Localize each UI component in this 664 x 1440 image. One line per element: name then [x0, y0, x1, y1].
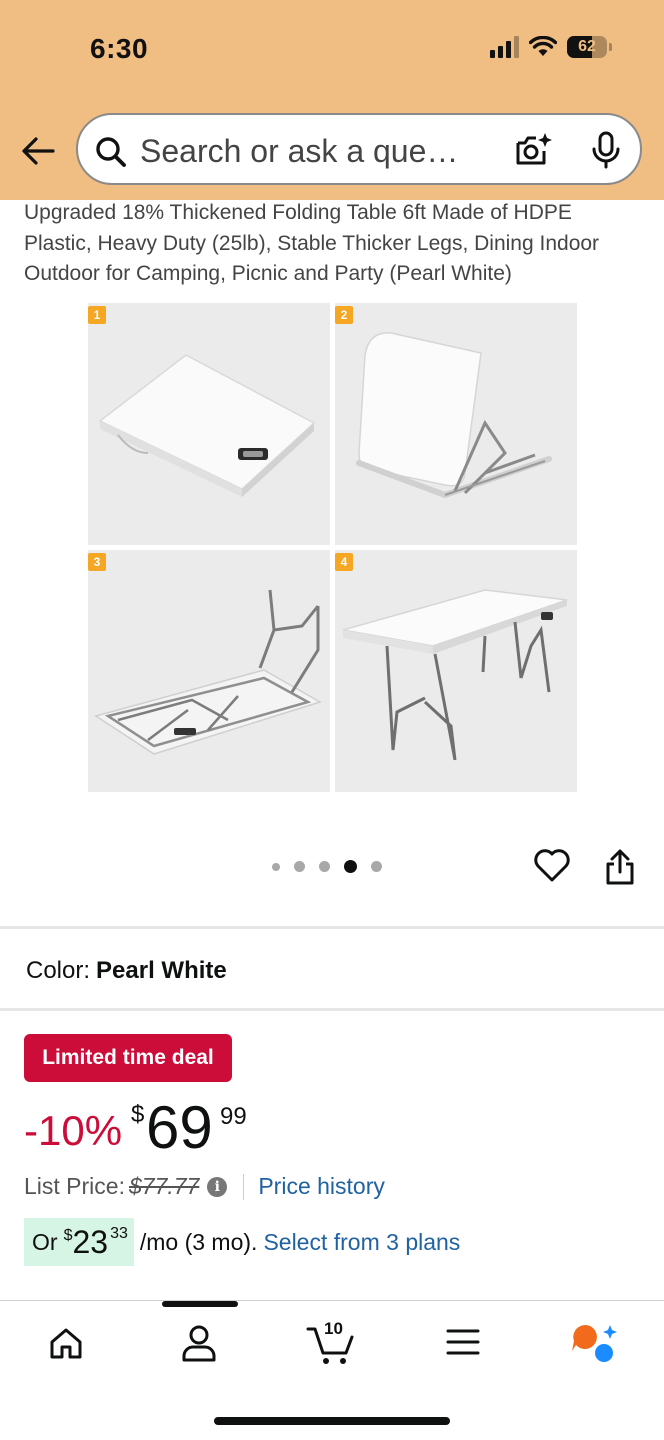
back-arrow-icon[interactable] — [20, 133, 56, 169]
product-image-3[interactable]: 3 — [88, 550, 330, 792]
installment-amount: Or $ 23 33 — [24, 1218, 134, 1266]
product-image-grid[interactable]: 1 2 3 4 — [88, 303, 578, 793]
installment-fraction: 33 — [110, 1225, 128, 1242]
select-plans-link[interactable]: Select from 3 plans — [263, 1229, 460, 1256]
battery-icon: 62 — [567, 36, 607, 58]
installment-term: /mo (3 mo). — [139, 1228, 258, 1255]
installment-prefix: Or — [32, 1228, 58, 1255]
carousel-dot[interactable] — [319, 861, 330, 872]
carousel-dot[interactable] — [294, 861, 305, 872]
carousel-dot-active[interactable] — [344, 860, 357, 873]
color-label: Color: — [26, 957, 91, 984]
status-time: 6:30 — [90, 33, 149, 64]
price-history-link[interactable]: Price history — [258, 1173, 385, 1200]
microphone-icon[interactable] — [590, 131, 622, 169]
price-fraction: 99 — [220, 1103, 247, 1130]
share-icon[interactable] — [603, 848, 637, 886]
info-icon[interactable]: i — [207, 1176, 228, 1197]
installment-row: Or $ 23 33 /mo (3 mo). Select from 3 pla… — [24, 1218, 460, 1266]
product-image-4[interactable]: 4 — [335, 550, 577, 792]
table-underside-image — [94, 589, 322, 755]
search-input[interactable]: Search or ask a que… — [140, 133, 458, 170]
folded-table-image — [98, 354, 316, 497]
divider — [0, 926, 664, 929]
list-price-label: List Price: — [24, 1173, 125, 1199]
list-price-row: List Price: $77.77 i Price history — [24, 1173, 385, 1200]
open-table-image — [342, 589, 568, 761]
product-title[interactable]: Upgraded 18% Thickened Folding Table 6ft… — [24, 198, 644, 290]
home-indicator[interactable] — [214, 1417, 450, 1425]
top-header: 6:30 62 Search or ask a que… — [0, 0, 664, 200]
half-open-table-image — [356, 332, 552, 499]
limited-deal-badge: Limited time deal — [24, 1034, 232, 1082]
camera-search-icon[interactable] — [514, 131, 554, 169]
account-icon[interactable] — [180, 1323, 218, 1363]
installment-whole: 23 — [72, 1223, 109, 1260]
image-badge: 1 — [88, 306, 106, 324]
menu-icon[interactable] — [446, 1327, 480, 1357]
cellular-signal-icon — [490, 36, 519, 58]
carousel-dots[interactable] — [272, 860, 382, 873]
carousel-dot[interactable] — [272, 862, 280, 871]
rufus-icon[interactable] — [570, 1321, 618, 1365]
divider — [0, 1008, 664, 1011]
price-currency: $ — [131, 1101, 145, 1128]
active-tab-indicator — [162, 1301, 238, 1307]
search-bar[interactable]: Search or ask a que… — [76, 113, 642, 185]
color-selector[interactable]: Color: Pearl White — [26, 957, 227, 985]
cart-count: 10 — [324, 1319, 343, 1338]
image-badge: 3 — [88, 553, 106, 571]
list-price: $77.77 — [128, 1173, 200, 1199]
price-whole: 69 — [146, 1094, 213, 1161]
image-badge: 2 — [335, 306, 353, 324]
wifi-icon — [529, 36, 557, 56]
home-icon[interactable] — [48, 1325, 84, 1361]
color-value: Pearl White — [96, 957, 227, 984]
product-image-2[interactable]: 2 — [335, 303, 577, 545]
product-image-1[interactable]: 1 — [88, 303, 330, 545]
discount-percent: -10% — [24, 1107, 123, 1154]
separator — [243, 1173, 245, 1200]
heart-icon[interactable] — [533, 847, 571, 883]
image-badge: 4 — [335, 553, 353, 571]
carousel-dot[interactable] — [371, 861, 382, 872]
bottom-nav-bar: 10 — [0, 1300, 664, 1440]
search-icon — [96, 137, 126, 167]
battery-level: 62 — [578, 38, 596, 55]
installment-currency: $ — [63, 1227, 73, 1244]
status-icons: 62 — [490, 36, 612, 58]
